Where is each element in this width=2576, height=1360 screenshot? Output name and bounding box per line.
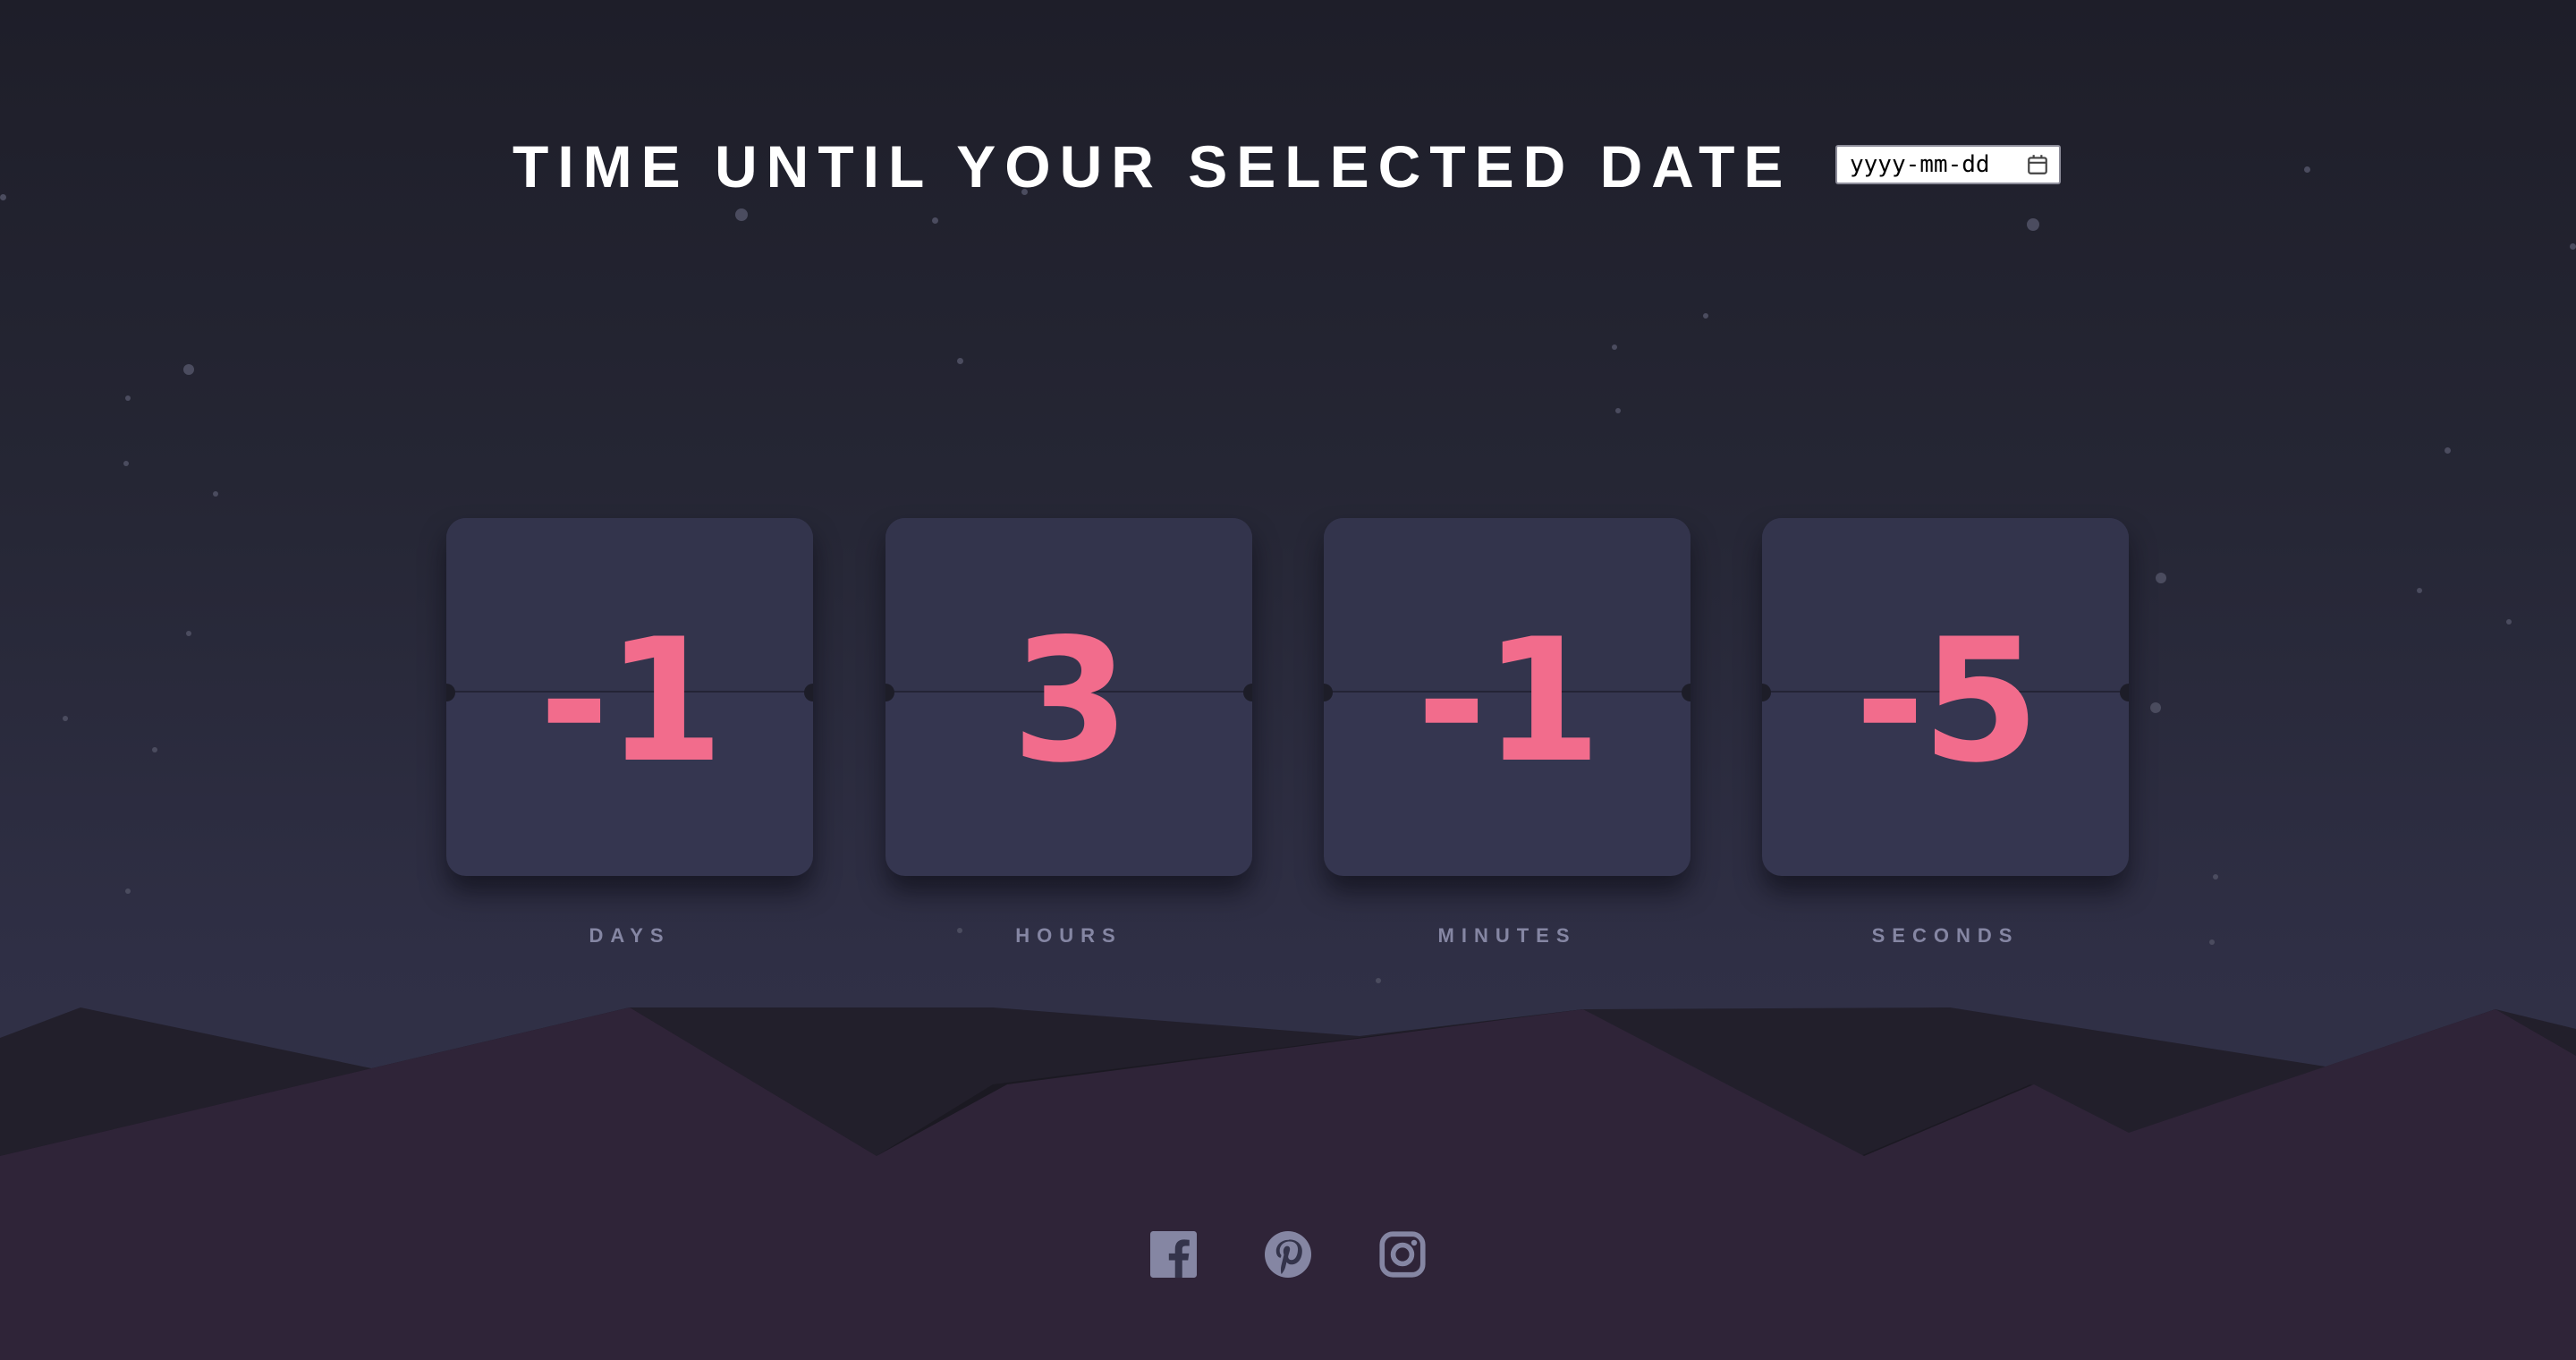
page-header: TIME UNTIL YOUR SELECTED DATE yyyy-mm-dd — [0, 131, 2576, 202]
countdown-timer: -1 DAYS 3 HOURS -1 MINUTES -5 SECONDS — [0, 518, 2576, 983]
countdown-hours: 3 HOURS — [886, 518, 1252, 948]
flip-card-seconds: -5 — [1762, 518, 2129, 876]
flip-card-minutes: -1 — [1324, 518, 1690, 876]
minutes-value: -1 — [1416, 602, 1601, 800]
calendar-icon[interactable] — [2025, 152, 2050, 177]
days-value: -1 — [538, 602, 724, 800]
instagram-icon[interactable] — [1377, 1229, 1428, 1279]
hills-background — [0, 1007, 2576, 1360]
countdown-days: -1 DAYS — [446, 518, 813, 948]
social-links — [0, 1229, 2576, 1279]
flip-card-days: -1 — [446, 518, 813, 876]
days-label: DAYS — [589, 924, 671, 947]
date-picker-input[interactable]: yyyy-mm-dd — [1835, 145, 2061, 184]
pinterest-icon[interactable] — [1263, 1229, 1313, 1279]
flip-card-hours: 3 — [886, 518, 1252, 876]
seconds-label: SECONDS — [1871, 924, 2020, 947]
hours-value: 3 — [1011, 602, 1130, 800]
countdown-minutes: -1 MINUTES — [1324, 518, 1690, 948]
facebook-icon[interactable] — [1148, 1229, 1199, 1279]
seconds-value: -5 — [1854, 602, 2039, 800]
date-input-placeholder: yyyy-mm-dd — [1850, 151, 1990, 178]
countdown-seconds: -5 SECONDS — [1762, 518, 2129, 948]
minutes-label: MINUTES — [1437, 924, 1577, 947]
hours-label: HOURS — [1015, 924, 1123, 947]
page-title: TIME UNTIL YOUR SELECTED DATE — [513, 133, 1792, 200]
